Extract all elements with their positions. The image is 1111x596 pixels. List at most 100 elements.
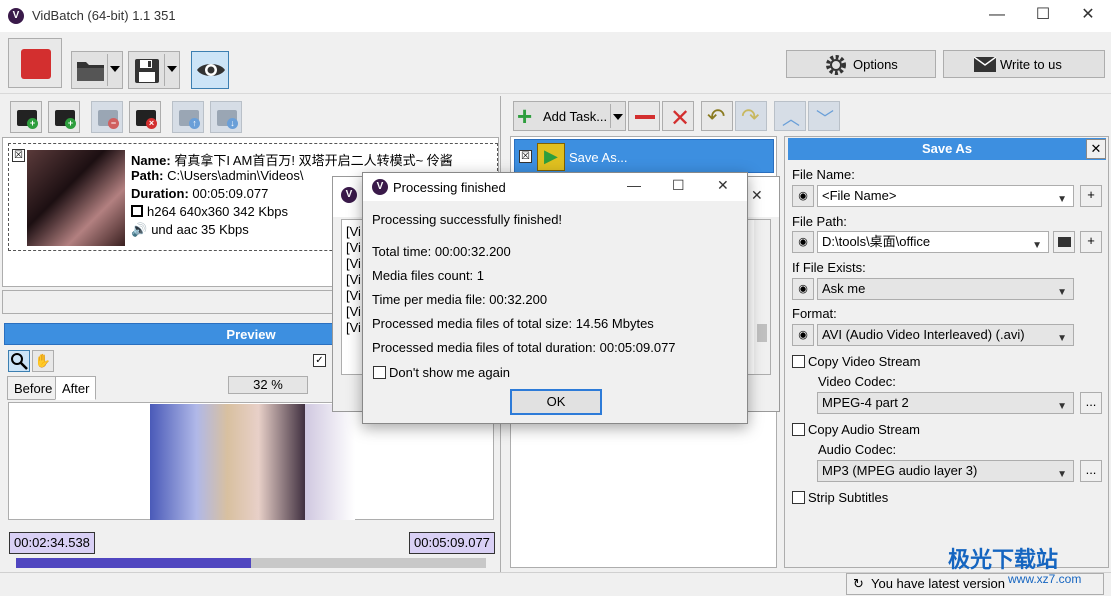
app-logo-icon: V xyxy=(8,8,24,24)
save-as-header: Save As xyxy=(788,138,1106,160)
clear-tasks-button[interactable]: ✕ xyxy=(662,101,694,132)
tab-before[interactable]: Before xyxy=(7,376,60,400)
app-logo-icon: V xyxy=(341,187,357,203)
browse-folder-button[interactable] xyxy=(1053,231,1075,253)
x-icon: × xyxy=(146,118,157,129)
write-to-us-button[interactable]: Write to us xyxy=(943,50,1105,78)
x-icon: ✕ xyxy=(670,105,691,132)
file-name-label: File Name: xyxy=(792,167,855,182)
video-info: h264 640x360 342 Kbps xyxy=(147,204,288,219)
maximize-button[interactable]: ☐ xyxy=(1020,0,1066,32)
minimize-button[interactable]: — xyxy=(974,0,1020,32)
chevron-down-icon[interactable] xyxy=(167,66,177,72)
chevron-down-icon[interactable] xyxy=(110,66,120,72)
undo-button[interactable]: ↶ xyxy=(701,101,733,131)
media-checkbox[interactable]: ☒ xyxy=(12,149,25,162)
video-codec-settings-button[interactable]: ... xyxy=(1080,392,1102,414)
video-info-row: h264 640x360 342 Kbps xyxy=(131,204,288,219)
path-label: Path: xyxy=(131,168,164,183)
task-down-button[interactable]: ﹀ xyxy=(808,101,840,131)
chevron-down-icon[interactable] xyxy=(613,114,623,120)
floppy-icon xyxy=(135,59,159,83)
speaker-icon: 🔊 xyxy=(131,222,148,237)
if-exists-macro-button[interactable]: ◉ xyxy=(792,278,814,300)
log-scrollbar[interactable] xyxy=(754,220,770,374)
preview-toggle-button[interactable] xyxy=(191,51,229,89)
close-button[interactable]: ✕ xyxy=(1065,0,1111,32)
redo-button[interactable]: ↷ xyxy=(735,101,767,131)
stop-icon xyxy=(21,49,51,79)
save-button[interactable] xyxy=(128,51,180,89)
format-macro-button[interactable]: ◉ xyxy=(792,324,814,346)
media-path-row: Path: C:\Users\admin\Videos\ xyxy=(131,168,303,183)
if-exists-select[interactable]: Ask me ▼ xyxy=(817,278,1074,300)
format-select[interactable]: AVI (Audio Video Interleaved) (.avi) ▼ xyxy=(817,324,1074,346)
ok-button[interactable]: OK xyxy=(510,389,602,415)
eye-icon: ◉ xyxy=(798,190,808,202)
log-line: [Vi xyxy=(346,320,361,335)
task-up-button[interactable]: ︿ xyxy=(774,101,806,131)
version-status-text: You have latest version xyxy=(871,576,1005,591)
strip-subtitles-checkbox[interactable] xyxy=(792,491,805,504)
move-up-media-button[interactable]: ↑ xyxy=(172,101,204,133)
total-time: Total time: 00:00:32.200 xyxy=(372,244,511,259)
remove-task-button[interactable] xyxy=(628,101,660,131)
file-name-macro-button[interactable]: ◉ xyxy=(792,185,814,207)
remove-media-button[interactable]: − xyxy=(91,101,123,133)
copy-video-checkbox[interactable] xyxy=(792,355,805,368)
minus-icon xyxy=(635,115,655,119)
file-path-macro-button[interactable]: ◉ xyxy=(792,231,814,253)
watermark-url: www.xz7.com xyxy=(1008,572,1082,586)
task-item[interactable]: ☒ ▶ Save As... xyxy=(514,139,774,173)
copy-audio-checkbox[interactable] xyxy=(792,423,805,436)
audio-codec-label: Audio Codec: xyxy=(818,442,897,457)
audio-info: und aac 35 Kbps xyxy=(151,222,249,237)
log-line: [Vi xyxy=(346,304,361,319)
close-panel-button[interactable]: ✕ xyxy=(1086,139,1106,159)
refresh-icon: ↻ xyxy=(853,576,864,591)
start-time[interactable]: 00:02:34.538 xyxy=(9,532,95,554)
audio-info-row: 🔊 und aac 35 Kbps xyxy=(131,222,249,238)
file-name-add-button[interactable]: + xyxy=(1080,185,1102,207)
dialog-message: Processing successfully finished! xyxy=(372,212,563,227)
open-folder-button[interactable] xyxy=(71,51,123,89)
copy-video-label: Copy Video Stream xyxy=(808,354,921,369)
folder-icon xyxy=(1057,237,1071,247)
end-time[interactable]: 00:05:09.077 xyxy=(409,532,495,554)
add-task-button[interactable]: + Add Task... xyxy=(513,101,626,131)
move-down-media-button[interactable]: ↓ xyxy=(210,101,242,133)
hand-tool-button[interactable]: ✋ xyxy=(32,350,54,372)
options-button[interactable]: Options xyxy=(786,50,936,78)
format-value: AVI (Audio Video Interleaved) (.avi) xyxy=(822,327,1025,342)
preview-option-checkbox[interactable]: ✓ xyxy=(313,354,326,367)
file-path-label: File Path: xyxy=(792,214,847,229)
audio-codec-settings-button[interactable]: ... xyxy=(1080,460,1102,482)
task-checkbox[interactable]: ☒ xyxy=(519,150,532,163)
video-codec-select[interactable]: MPEG-4 part 2 ▼ xyxy=(817,392,1074,414)
file-path-add-button[interactable]: + xyxy=(1080,231,1102,253)
clear-media-button[interactable]: × xyxy=(129,101,161,133)
tab-after[interactable]: After xyxy=(55,376,97,400)
zoom-level[interactable]: 32 % xyxy=(228,376,308,394)
name-label: Name: xyxy=(131,153,171,168)
dialog-close-button[interactable]: ✕ xyxy=(717,177,729,194)
media-name-row: Name: 宥真拿下I AM首百万! 双塔开启二人转模式~ 伶酱 xyxy=(131,150,497,169)
dialog-maximize-button[interactable]: ☐ xyxy=(672,177,685,194)
log-line: [Vi xyxy=(346,288,361,303)
folder-icon xyxy=(77,62,104,81)
add-folder-button[interactable]: + xyxy=(48,101,80,133)
log-close-button[interactable]: ✕ xyxy=(751,187,763,204)
eye-icon: ◉ xyxy=(798,283,808,295)
file-path-input[interactable]: D:\tools\桌面\office ▼ xyxy=(817,231,1049,253)
arrow-up-icon: ↑ xyxy=(189,118,200,129)
file-name-input[interactable]: <File Name> ▼ xyxy=(817,185,1074,207)
zoom-tool-button[interactable] xyxy=(8,350,30,372)
add-media-button[interactable]: + xyxy=(10,101,42,133)
watermark-brand: 极光下载站 xyxy=(948,548,1059,573)
stop-button[interactable] xyxy=(8,38,62,88)
media-path: C:\Users\admin\Videos\ xyxy=(167,168,304,183)
dont-show-checkbox[interactable] xyxy=(373,366,386,379)
video-codec-value: MPEG-4 part 2 xyxy=(822,395,909,410)
dialog-minimize-button[interactable]: — xyxy=(627,177,641,193)
audio-codec-select[interactable]: MP3 (MPEG audio layer 3) ▼ xyxy=(817,460,1074,482)
